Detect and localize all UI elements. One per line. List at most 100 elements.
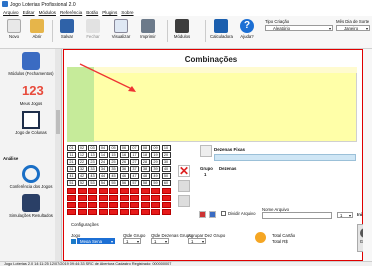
- marker-cell[interactable]: [140, 195, 150, 201]
- number-cell[interactable]: 56: [119, 180, 129, 186]
- marker-cell[interactable]: [119, 188, 129, 194]
- number-cell[interactable]: 43: [88, 173, 97, 179]
- number-cell[interactable]: 08: [140, 145, 150, 151]
- menu-sobre[interactable]: Sobre: [121, 9, 133, 16]
- marker-cell[interactable]: [151, 202, 160, 208]
- number-cell[interactable]: 03: [88, 145, 97, 151]
- number-cell[interactable]: 06: [119, 145, 129, 151]
- marker-cell[interactable]: [88, 209, 97, 215]
- number-cell[interactable]: 53: [88, 180, 97, 186]
- mes-select[interactable]: Janeiro ▾: [336, 25, 370, 31]
- number-cell[interactable]: 28: [140, 159, 150, 165]
- marker-cell[interactable]: [98, 202, 108, 208]
- marker-cell[interactable]: [109, 195, 118, 201]
- number-cell[interactable]: 35: [109, 166, 118, 172]
- number-cell[interactable]: 29: [151, 159, 160, 165]
- marker-cell[interactable]: [88, 188, 97, 194]
- number-cell[interactable]: 41: [67, 173, 76, 179]
- number-cell[interactable]: 44: [98, 173, 108, 179]
- fechar-button[interactable]: Fechar: [82, 19, 104, 45]
- nome-arquivo-input[interactable]: [262, 212, 332, 219]
- number-cell[interactable]: 59: [151, 180, 160, 186]
- marker-cell[interactable]: [161, 188, 171, 194]
- number-cell[interactable]: 15: [109, 152, 118, 158]
- dezenas-fixas-field[interactable]: [214, 154, 356, 161]
- number-cell[interactable]: 54: [98, 180, 108, 186]
- marker-cell[interactable]: [109, 188, 118, 194]
- number-cell[interactable]: 38: [140, 166, 150, 172]
- number-cell[interactable]: 07: [130, 145, 139, 151]
- marker-cell[interactable]: [77, 195, 87, 201]
- number-cell[interactable]: 34: [98, 166, 108, 172]
- salvar-button[interactable]: Salvar: [56, 19, 78, 45]
- marker-cell[interactable]: [119, 202, 129, 208]
- calculadora-button[interactable]: Calculadora: [210, 19, 233, 45]
- number-cell[interactable]: 10: [161, 145, 171, 151]
- novo-button[interactable]: Novo: [3, 19, 25, 45]
- number-cell[interactable]: 37: [130, 166, 139, 172]
- number-cell[interactable]: 11: [67, 152, 76, 158]
- number-cell[interactable]: 01: [67, 145, 76, 151]
- save-icon[interactable]: [209, 211, 216, 218]
- number-cell[interactable]: 30: [161, 159, 171, 165]
- number-cell[interactable]: 48: [140, 173, 150, 179]
- number-cell[interactable]: 55: [109, 180, 118, 186]
- number-cell[interactable]: 17: [130, 152, 139, 158]
- marker-cell[interactable]: [88, 195, 97, 201]
- number-cell[interactable]: 25: [109, 159, 118, 165]
- jogo-select[interactable]: Mega Sena ▾: [77, 238, 115, 244]
- marker-cell[interactable]: [67, 209, 76, 215]
- export-pdf-icon[interactable]: [199, 211, 206, 218]
- marker-cell[interactable]: [130, 209, 139, 215]
- clear-button[interactable]: ✕: [178, 165, 190, 177]
- number-cell[interactable]: 49: [151, 173, 160, 179]
- qtd-grupo-stepper[interactable]: 1 ▾: [123, 238, 141, 244]
- number-cell[interactable]: 60: [161, 180, 171, 186]
- number-cell[interactable]: 12: [77, 152, 87, 158]
- agrupar-stepper[interactable]: 1 ▾: [188, 238, 206, 244]
- marker-cell[interactable]: [67, 195, 76, 201]
- marker-cell[interactable]: [109, 202, 118, 208]
- number-cell[interactable]: 31: [67, 166, 76, 172]
- number-cell[interactable]: 16: [119, 152, 129, 158]
- number-cell[interactable]: 50: [161, 173, 171, 179]
- number-cell[interactable]: 21: [67, 159, 76, 165]
- number-cell[interactable]: 13: [88, 152, 97, 158]
- fill-button[interactable]: [178, 180, 190, 192]
- menu-plugins[interactable]: Plugins: [102, 9, 117, 16]
- sidebar-item-conferencia[interactable]: Conferência dos Jogos: [6, 165, 56, 189]
- menu-modulos[interactable]: Módulos: [39, 9, 56, 16]
- marker-cell[interactable]: [109, 209, 118, 215]
- menu-botao[interactable]: Botão: [86, 9, 98, 16]
- marker-cell[interactable]: [67, 188, 76, 194]
- number-cell[interactable]: 42: [77, 173, 87, 179]
- imprimir-button[interactable]: Imprimir: [137, 19, 159, 45]
- marker-cell[interactable]: [98, 209, 108, 215]
- number-cell[interactable]: 09: [151, 145, 160, 151]
- number-cell[interactable]: 05: [109, 145, 118, 151]
- number-cell[interactable]: 32: [77, 166, 87, 172]
- dividir-arquivo-checkbox[interactable]: [221, 211, 226, 216]
- sidebar-item-simulacoes[interactable]: Simulações Resultados: [6, 194, 56, 218]
- number-cell[interactable]: 36: [119, 166, 129, 172]
- marker-cell[interactable]: [67, 202, 76, 208]
- number-cell[interactable]: 51: [67, 180, 76, 186]
- number-cell[interactable]: 58: [140, 180, 150, 186]
- number-cell[interactable]: 02: [77, 145, 87, 151]
- pager-select[interactable]: 1 ▾: [337, 212, 353, 218]
- number-cell[interactable]: 33: [88, 166, 97, 172]
- number-cell[interactable]: 45: [109, 173, 118, 179]
- tipo-criacao-select[interactable]: Aleatório ▾: [265, 25, 333, 31]
- menu-arquivo[interactable]: Arquivo: [3, 9, 19, 16]
- marker-cell[interactable]: [88, 202, 97, 208]
- number-cell[interactable]: 22: [77, 159, 87, 165]
- number-cell[interactable]: 14: [98, 152, 108, 158]
- number-cell[interactable]: 04: [98, 145, 108, 151]
- marker-cell[interactable]: [140, 209, 150, 215]
- number-cell[interactable]: 52: [77, 180, 87, 186]
- marker-cell[interactable]: [98, 188, 108, 194]
- number-cell[interactable]: 39: [151, 166, 160, 172]
- marker-cell[interactable]: [98, 195, 108, 201]
- number-cell[interactable]: 24: [98, 159, 108, 165]
- number-cell[interactable]: 20: [161, 152, 171, 158]
